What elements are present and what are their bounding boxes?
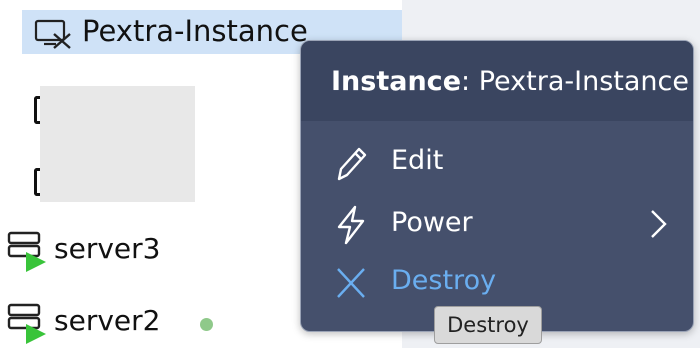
- context-menu: Instance: Pextra-Instance Edit Power Des…: [300, 40, 694, 332]
- vm-stopped-icon: [34, 19, 74, 49]
- menu-header-name: Pextra-Instance: [478, 65, 689, 97]
- menu-header-type: Instance: [331, 65, 462, 97]
- tree-item-label: Pextra-Instance: [82, 14, 308, 48]
- tree-item-label: server3: [54, 232, 161, 265]
- status-dot: [200, 318, 213, 331]
- context-menu-header: Instance: Pextra-Instance: [301, 41, 693, 121]
- menu-header-separator: :: [461, 65, 471, 97]
- server-running-icon: [6, 230, 52, 272]
- close-icon: [333, 263, 369, 303]
- menu-item-label: Power: [391, 207, 473, 238]
- menu-item-label: Edit: [391, 145, 444, 176]
- tree-item-label: server2: [54, 304, 161, 337]
- chevron-right-icon: [647, 207, 671, 241]
- menu-item-edit[interactable]: Edit: [301, 135, 693, 191]
- server-running-icon: [6, 302, 52, 344]
- menu-item-power[interactable]: Power: [301, 197, 693, 253]
- redacted-region: [40, 86, 195, 202]
- menu-item-label: Destroy: [391, 265, 497, 296]
- lightning-icon: [333, 205, 369, 245]
- menu-item-destroy[interactable]: Destroy: [301, 255, 693, 311]
- pencil-icon: [333, 143, 369, 183]
- tooltip: Destroy: [434, 306, 542, 344]
